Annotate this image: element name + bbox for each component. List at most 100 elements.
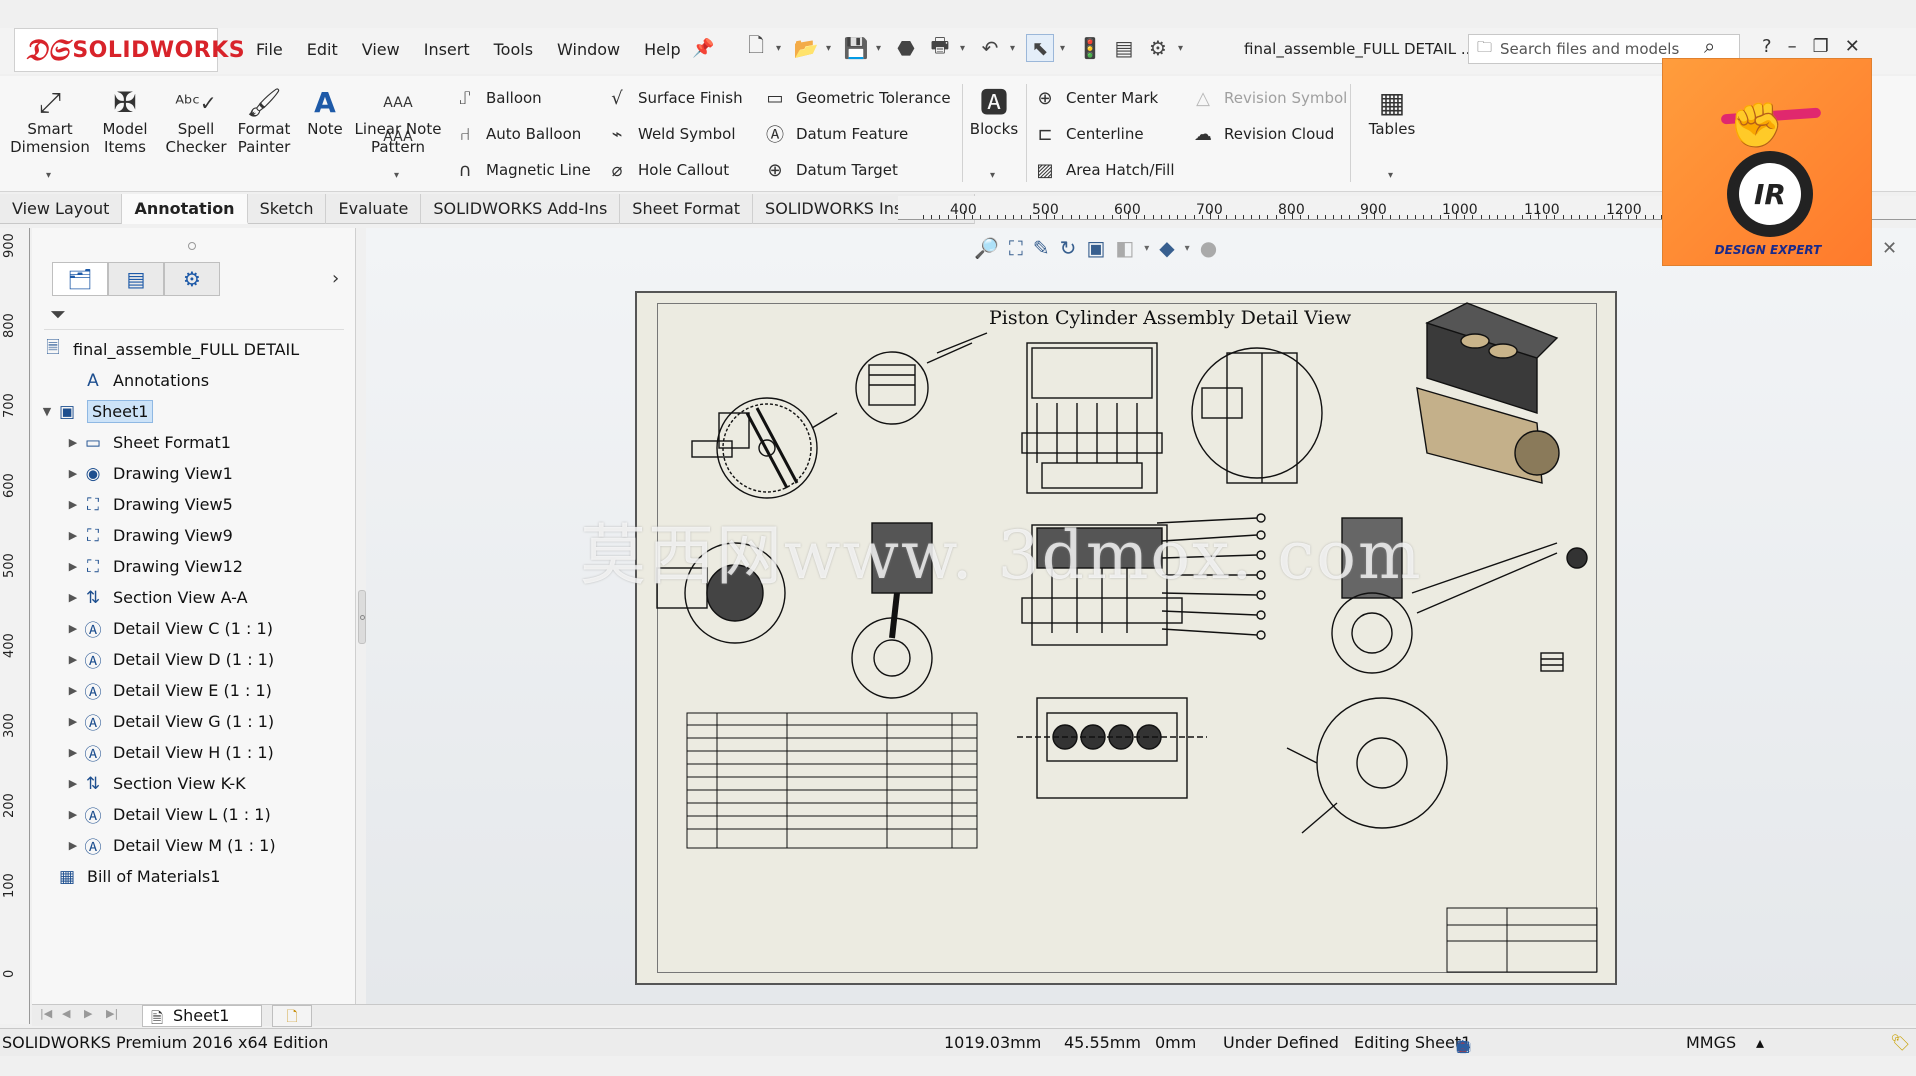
graphics-close-icon[interactable]: ✕ [1882,238,1897,259]
zoom-to-fit-icon[interactable]: 🔎 [974,236,999,260]
close-icon[interactable]: ✕ [1845,36,1860,57]
save-icon[interactable]: 💾 [842,34,870,62]
options-dropdown-icon[interactable]: ▾ [1178,43,1188,54]
tree-filter[interactable]: ⏷ [44,300,344,330]
previous-view-icon[interactable]: ✎ [1033,236,1050,260]
tab-annotation[interactable]: Annotation [122,194,248,224]
search-input[interactable]: Search files and models [1500,40,1679,58]
save-dropdown-icon[interactable]: ▾ [876,43,886,54]
options-gear-icon[interactable]: ⚙ [1144,34,1172,62]
zoom-to-area-icon[interactable]: ⛶ [1009,236,1023,260]
new-dropdown-icon[interactable]: ▾ [776,43,786,54]
panel-grip-icon[interactable] [188,242,196,250]
bill-of-materials-table[interactable] [686,712,978,849]
tab-evaluate[interactable]: Evaluate [326,194,422,224]
expand-toggle-icon[interactable]: ▶ [66,746,80,759]
datum-feature-button[interactable]: Ⓐ Datum Feature [762,120,908,148]
undo-icon[interactable]: ↶ [976,34,1004,62]
last-sheet-icon[interactable]: ▶| [106,1007,118,1020]
tree-item[interactable]: ▶ ⛶ Drawing View5 [32,489,356,520]
linear-note-pattern-button[interactable]: AAA AAA Linear Note Pattern [350,86,446,156]
expand-toggle-icon[interactable]: ▶ [66,839,80,852]
tree-item[interactable]: ▶ Ⓐ Detail View H (1 : 1) [32,737,356,768]
previous-sheet-icon[interactable]: ◀ [62,1007,70,1020]
section-view-a-a[interactable] [1191,347,1323,484]
expand-toggle-icon[interactable]: ▶ [66,808,80,821]
status-print-icon[interactable]: 🖶 [1456,1037,1470,1062]
tree-item[interactable]: ▶ ⇅ Section View K-K [32,768,356,799]
blocks-button[interactable]: 🅰 Blocks [966,86,1022,138]
feature-manager-tab-icon[interactable]: 🗂 [52,262,108,296]
display-style-icon[interactable]: ◆ [1159,236,1174,260]
tree-item[interactable]: ▼ ▣ Sheet1 [32,396,356,427]
smart-dimension-dropdown-icon[interactable]: ▾ [46,170,51,181]
tables-button[interactable]: ▦ Tables [1364,86,1420,138]
model-items-button[interactable]: ✠ Model Items [98,86,152,156]
pin-icon[interactable]: 📌 [692,38,714,59]
rebuild-view-icon[interactable]: ↻ [1060,236,1077,260]
balloon-button[interactable]: ⑀ Balloon [452,84,542,112]
tree-item[interactable]: ▶ Ⓐ Detail View D (1 : 1) [32,644,356,675]
expand-toggle-icon[interactable]: ▶ [66,622,80,635]
tree-item[interactable]: ▶ Ⓐ Detail View M (1 : 1) [32,830,356,861]
spell-checker-button[interactable]: ᴬᵇᶜ✓ Spell Checker [160,86,232,156]
select-dropdown-icon[interactable]: ▾ [1060,43,1070,54]
area-hatch-fill-button[interactable]: ▨ Area Hatch/Fill [1032,156,1174,184]
expand-toggle-icon[interactable]: ▶ [66,529,80,542]
restore-icon[interactable]: ❐ [1813,36,1829,57]
blocks-dropdown-icon[interactable]: ▾ [990,170,995,181]
note-button[interactable]: A Note [300,86,350,138]
sheet-tab-sheet1[interactable]: 🗎 Sheet1 [142,1005,262,1027]
tree-item[interactable]: ▶ Ⓐ Detail View L (1 : 1) [32,799,356,830]
tables-dropdown-icon[interactable]: ▾ [1388,170,1393,181]
tree-item[interactable]: ▶ ⇅ Section View A-A [32,582,356,613]
tab-sheet-format[interactable]: Sheet Format [620,194,754,224]
tab-sketch[interactable]: Sketch [248,194,327,224]
tree-item[interactable]: ▦ Bill of Materials1 [32,861,356,892]
section-view-toolbar-icon[interactable]: ▣ [1086,236,1105,260]
surface-finish-button[interactable]: √ Surface Finish [604,84,742,112]
tree-item[interactable]: ▶ Ⓐ Detail View E (1 : 1) [32,675,356,706]
tab-view-layout[interactable]: View Layout [0,194,123,224]
next-sheet-icon[interactable]: ▶ [84,1007,92,1020]
geometric-tolerance-button[interactable]: ▭ Geometric Tolerance [762,84,950,112]
magnetic-line-button[interactable]: ∩ Magnetic Line [452,156,590,184]
menu-file[interactable]: File [244,36,295,63]
drawing-sheet[interactable]: Piston Cylinder Assembly Detail View [635,291,1617,985]
note-pattern-dropdown-icon[interactable]: ▾ [394,170,399,181]
search-scope-icon[interactable]: 🗀 [1477,37,1492,62]
print-dropdown-icon[interactable]: ▾ [960,43,970,54]
view-orientation-dropdown-icon[interactable]: ▾ [1144,243,1149,254]
search-icon[interactable]: ⌕ [1704,34,1715,58]
title-block[interactable] [1446,907,1598,973]
revision-cloud-button[interactable]: ☁ Revision Cloud [1190,120,1334,148]
menu-window[interactable]: Window [545,36,632,63]
weld-symbol-button[interactable]: ⌁ Weld Symbol [604,120,736,148]
format-painter-button[interactable]: 🖌 Format Painter [228,86,300,156]
auto-balloon-button[interactable]: ⑁ Auto Balloon [452,120,582,148]
minimize-icon[interactable]: – [1788,36,1797,57]
menu-insert[interactable]: Insert [412,36,482,63]
menu-tools[interactable]: Tools [482,36,545,63]
centerline-button[interactable]: ⊏ Centerline [1032,120,1143,148]
menu-help[interactable]: Help [632,36,692,63]
print-icon[interactable]: 🖶 [926,33,954,62]
solidworks-logo[interactable]: 𝔇𝔖 SOLIDWORKS [14,28,245,72]
tree-item[interactable]: ▶ Ⓐ Detail View C (1 : 1) [32,613,356,644]
drawing-view-block-front[interactable] [1021,342,1163,494]
open-folder-icon[interactable]: 📂 [792,34,820,62]
traffic-light-icon[interactable]: 🚦 [1076,34,1104,62]
units-dropdown-icon[interactable]: ▴ [1756,1033,1764,1052]
status-tag-icon[interactable]: 🏷 [1890,1033,1910,1052]
tree-item[interactable]: ▶ ◉ Drawing View1 [32,458,356,489]
expand-toggle-icon[interactable]: ▶ [66,715,80,728]
expand-toggle-icon[interactable]: ▶ [66,653,80,666]
expand-toggle-icon[interactable]: ▶ [66,591,80,604]
filter-icon[interactable]: ⏷ [50,302,66,326]
tree-item[interactable]: ▶ ▭ Sheet Format1 [32,427,356,458]
tab-solidworks-add-ins[interactable]: SOLIDWORKS Add-Ins [421,194,621,224]
expand-toggle-icon[interactable]: ▶ [66,467,80,480]
expand-toggle-icon[interactable]: ▶ [66,498,80,511]
detail-view-c[interactable] [691,397,838,499]
detail-view-d[interactable] [855,332,988,425]
